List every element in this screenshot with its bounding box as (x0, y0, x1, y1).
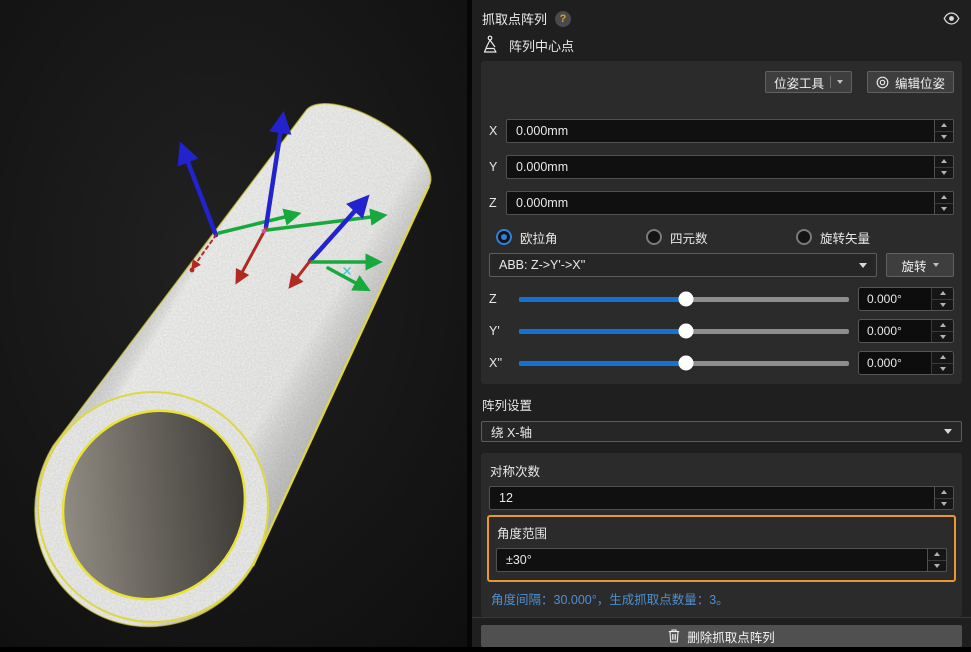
point-cloud-scene (0, 0, 467, 647)
pose-tools-button[interactable]: 位姿工具 (765, 71, 852, 93)
coordinate-row-z: Z 0.000mm (489, 191, 954, 215)
slider-handle[interactable] (678, 356, 693, 371)
array-axis-select[interactable]: 绕 X-轴 (481, 421, 962, 442)
radio-dot (496, 229, 512, 245)
z-stepper[interactable] (934, 191, 954, 215)
trash-icon (668, 629, 680, 643)
slider-handle[interactable] (678, 292, 693, 307)
euler-convention-select[interactable]: ABB: Z->Y'->X'' (489, 253, 877, 277)
angle-range-stepper[interactable] (927, 548, 947, 572)
target-icon (876, 76, 889, 89)
radio-quaternion[interactable]: 四元数 (646, 228, 796, 247)
delete-array-button[interactable]: 删除抓取点阵列 (481, 625, 962, 647)
array-center-section: 阵列中心点 (482, 35, 961, 55)
angle-range-row: ±30° (496, 548, 947, 572)
gripper-icon (482, 35, 500, 55)
symmetry-count-stepper[interactable] (934, 486, 954, 510)
panel-header: 抓取点阵列 ? (472, 0, 971, 28)
visibility-toggle[interactable] (943, 12, 960, 25)
euler-convention-row: ABB: Z->Y'->X'' 旋转 (489, 253, 954, 277)
chevron-down-icon (837, 80, 843, 84)
radio-dot (646, 229, 662, 245)
x-rotation-value[interactable]: 0.000° (858, 351, 954, 375)
coordinate-row-y: Y 0.000mm (489, 155, 954, 179)
y-rotation-slider[interactable] (519, 329, 849, 334)
y-coordinate-field[interactable]: 0.000mm (506, 155, 934, 179)
angle-range-label: 角度范围 (497, 523, 947, 542)
stepper[interactable] (931, 288, 953, 310)
panel-footer: 删除抓取点阵列 (472, 617, 971, 647)
stepper[interactable] (931, 320, 953, 342)
angle-range-field[interactable]: ±30° (496, 548, 927, 572)
help-icon[interactable]: ? (555, 11, 571, 27)
symmetry-count-field[interactable]: 12 (489, 486, 934, 510)
3d-viewport[interactable] (0, 0, 467, 647)
array-center-label: 阵列中心点 (509, 36, 574, 55)
chevron-down-icon (944, 429, 952, 434)
y-stepper[interactable] (934, 155, 954, 179)
x-rotation-slider[interactable] (519, 361, 849, 366)
edit-pose-button[interactable]: 编辑位姿 (867, 71, 954, 93)
array-settings-label: 阵列设置 (482, 395, 961, 414)
stepper[interactable] (931, 352, 953, 374)
z-rotation-value[interactable]: 0.000° (858, 287, 954, 311)
chevron-down-icon (859, 263, 867, 268)
page-title: 抓取点阵列 (482, 9, 547, 28)
symmetry-count-row: 12 (489, 486, 954, 510)
radio-euler[interactable]: 欧拉角 (496, 228, 646, 247)
pose-toolbar: 位姿工具 编辑位姿 (489, 71, 954, 93)
radio-rotation-vector[interactable]: 旋转矢量 (796, 228, 870, 247)
array-card: 对称次数 12 角度范围 ±30° 角度间隔：30.000°，生成抓取点数量：3… (481, 453, 962, 617)
angle-range-highlight: 角度范围 ±30° (487, 515, 956, 582)
x-stepper[interactable] (934, 119, 954, 143)
grasp-array-panel: 抓取点阵列 ? 阵列中心点 位姿工具 (472, 0, 971, 647)
radio-dot (796, 229, 812, 245)
slider-row-y: Y' 0.000° (489, 318, 954, 344)
pose-card: 位姿工具 编辑位姿 X 0.000mm Y 0.000mm (481, 61, 962, 384)
z-coordinate-field[interactable]: 0.000mm (506, 191, 934, 215)
symmetry-count-label: 对称次数 (490, 461, 954, 480)
rotate-button[interactable]: 旋转 (886, 253, 954, 277)
eye-icon (943, 12, 960, 25)
y-rotation-value[interactable]: 0.000° (858, 319, 954, 343)
x-coordinate-field[interactable]: 0.000mm (506, 119, 934, 143)
z-rotation-slider[interactable] (519, 297, 849, 302)
slider-handle[interactable] (678, 324, 693, 339)
slider-row-x: X'' 0.000° (489, 350, 954, 376)
rotation-sliders: Z 0.000° Y' 0.000° (489, 286, 954, 376)
chevron-down-icon (933, 263, 939, 267)
rotation-format-group: 欧拉角 四元数 旋转矢量 (496, 229, 954, 245)
generation-hint: 角度间隔：30.000°，生成抓取点数量：3。 (491, 589, 952, 608)
slider-row-z: Z 0.000° (489, 286, 954, 312)
coordinate-row-x: X 0.000mm (489, 119, 954, 143)
